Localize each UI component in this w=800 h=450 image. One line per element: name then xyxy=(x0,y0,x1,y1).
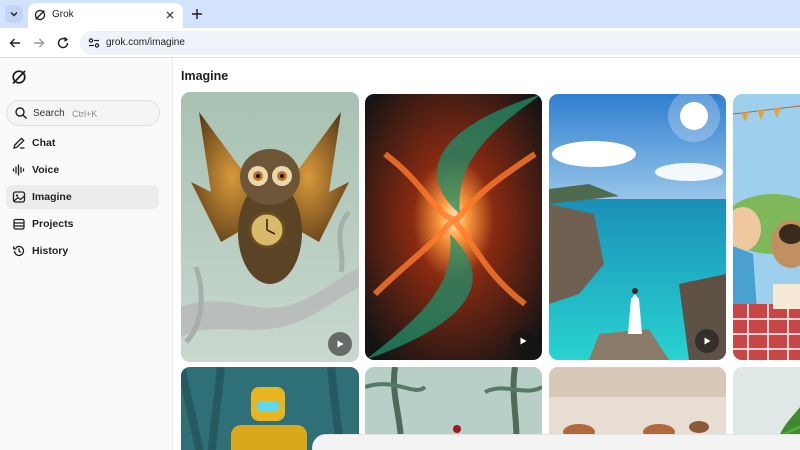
chat-icon xyxy=(13,137,25,149)
waveform-icon xyxy=(12,164,25,176)
search-icon xyxy=(15,107,27,119)
sidebar-item-chat[interactable]: Chat xyxy=(6,131,159,155)
tab-title: Grok xyxy=(52,9,74,20)
browser-tab[interactable]: Grok xyxy=(28,3,183,28)
play-button[interactable] xyxy=(328,332,352,356)
sidebar: Search Ctrl+K Chat Voice Imagine Project… xyxy=(0,58,173,450)
garden-party-image xyxy=(733,94,800,360)
gallery-item[interactable] xyxy=(365,94,542,360)
sidebar-item-label: Chat xyxy=(32,137,56,149)
sidebar-item-imagine[interactable]: Imagine xyxy=(6,185,159,209)
fractal-swirl-image xyxy=(365,94,542,360)
owl-image xyxy=(181,92,359,362)
forward-arrow-icon[interactable] xyxy=(31,35,47,51)
gallery-item[interactable] xyxy=(181,92,359,362)
grok-logo-icon xyxy=(34,9,46,21)
play-icon xyxy=(704,337,711,345)
projects-icon xyxy=(13,218,25,230)
search-label: Search xyxy=(33,108,65,119)
sidebar-item-voice[interactable]: Voice xyxy=(6,158,159,182)
address-bar[interactable]: grok.com/imagine xyxy=(80,31,800,55)
page-title: Imagine xyxy=(181,69,229,83)
close-icon[interactable] xyxy=(163,8,177,22)
search-button[interactable]: Search Ctrl+K xyxy=(6,100,160,126)
search-shortcut: Ctrl+K xyxy=(72,109,98,119)
gallery-item[interactable] xyxy=(549,94,726,360)
gallery-item[interactable] xyxy=(733,94,800,360)
sidebar-item-label: History xyxy=(32,245,69,257)
sidebar-item-history[interactable]: History xyxy=(6,239,159,263)
back-arrow-icon[interactable] xyxy=(7,35,23,51)
coast-image xyxy=(549,94,726,360)
sidebar-item-label: Projects xyxy=(32,218,74,230)
grok-logo-icon[interactable] xyxy=(10,68,28,86)
tab-search-icon[interactable] xyxy=(5,5,23,23)
sidebar-item-label: Imagine xyxy=(32,191,72,203)
play-icon xyxy=(520,337,527,345)
main-content: Imagine xyxy=(174,58,800,450)
site-info-icon[interactable] xyxy=(86,35,102,51)
browser-toolbar: grok.com/imagine xyxy=(0,28,800,58)
reload-icon[interactable] xyxy=(55,35,71,51)
sidebar-item-label: Voice xyxy=(32,164,60,176)
play-button[interactable] xyxy=(511,329,535,353)
plus-icon[interactable] xyxy=(189,6,205,22)
browser-tabstrip: Grok xyxy=(0,0,800,28)
history-icon xyxy=(13,245,25,257)
sidebar-item-projects[interactable]: Projects xyxy=(6,212,159,236)
url-text: grok.com/imagine xyxy=(106,37,185,48)
prompt-bar[interactable] xyxy=(312,434,800,450)
play-button[interactable] xyxy=(695,329,719,353)
play-icon xyxy=(337,340,344,348)
image-icon xyxy=(12,191,26,203)
